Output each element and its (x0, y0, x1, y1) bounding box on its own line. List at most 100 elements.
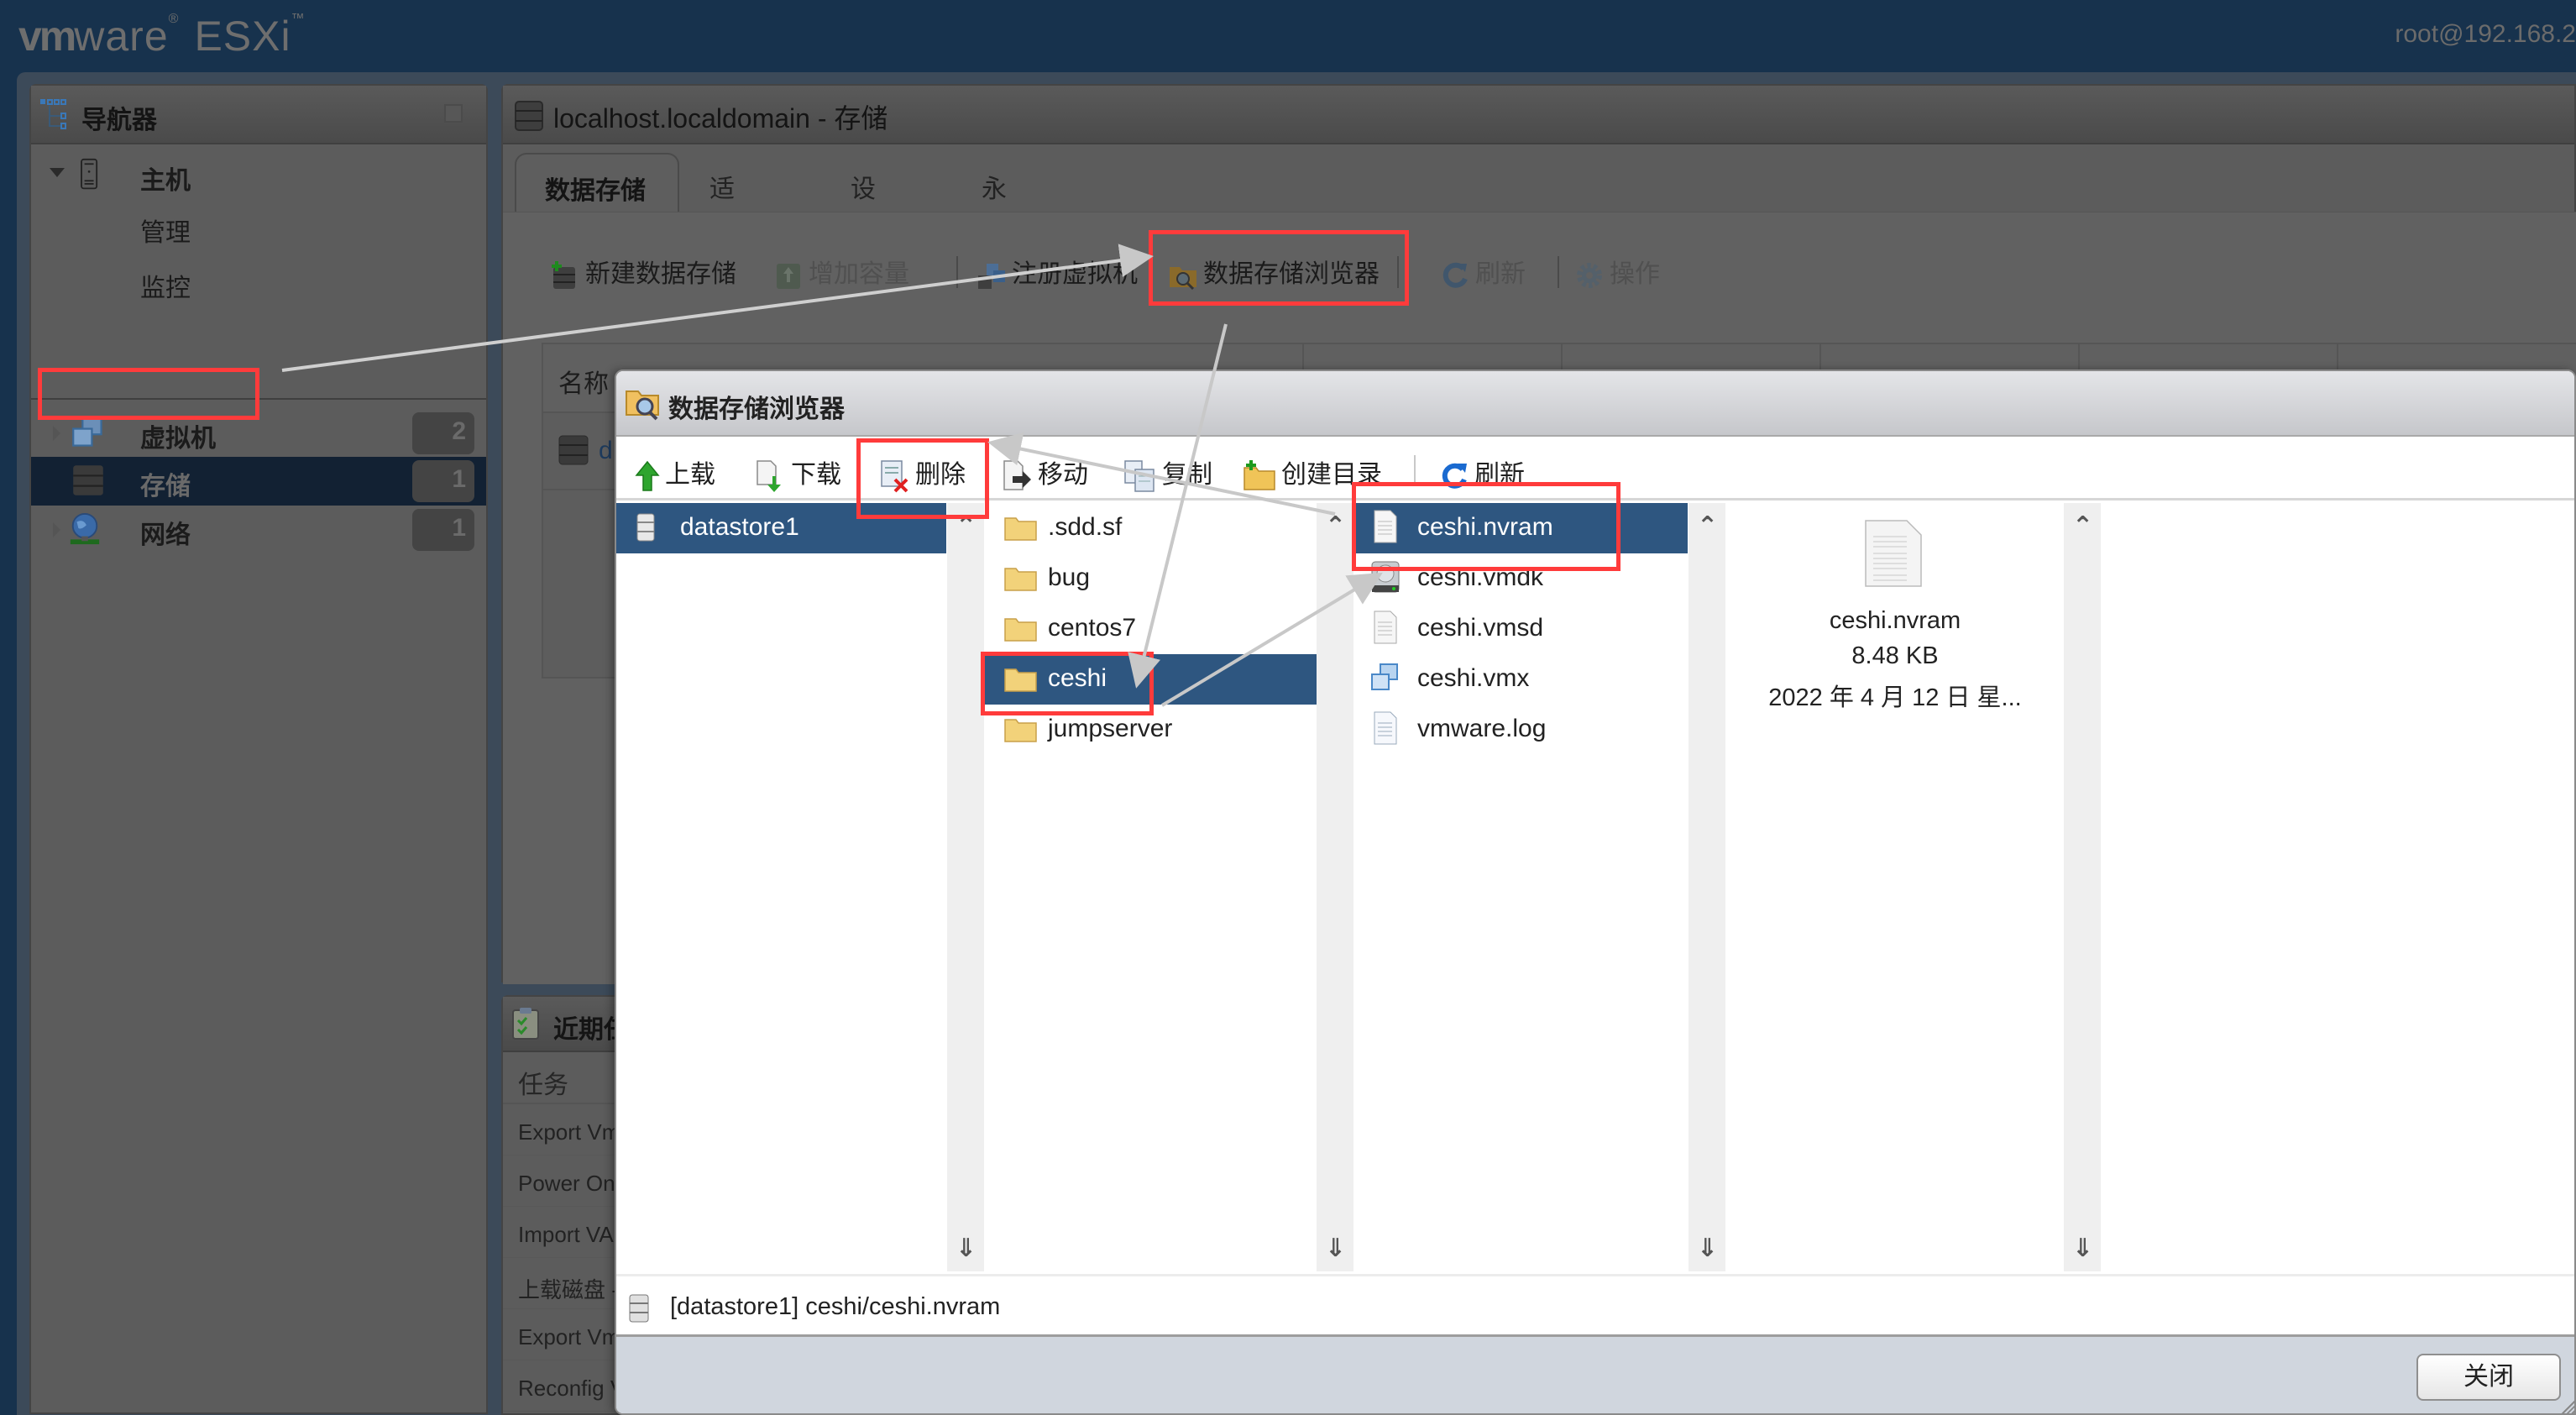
file-name: ceshi.vmx (1417, 664, 1530, 692)
scroll-down-icon[interactable]: ⇓ (1325, 1234, 1346, 1263)
storage-icon (515, 101, 543, 131)
storage-panel-title: localhost.localdomain - 存储 (553, 103, 888, 134)
actions-button[interactable]: 操作 (1574, 253, 1660, 295)
preview-column-scrollbar[interactable]: ⌃ ⇓ (2064, 503, 2101, 1271)
expand-arrow-icon[interactable] (53, 426, 60, 441)
refresh-label: 刷新 (1475, 260, 1526, 288)
expand-arrow-icon[interactable] (53, 522, 60, 537)
folder-item[interactable]: jumpserver (984, 705, 1347, 755)
expand-arrow-icon[interactable] (50, 168, 65, 177)
refresh-button[interactable]: 刷新 (1440, 253, 1526, 295)
increase-capacity-button[interactable]: 增加容量 (773, 253, 909, 295)
folder-item[interactable]: .sdd.sf (984, 503, 1347, 553)
folder-item[interactable]: bug (984, 553, 1347, 604)
dialog-refresh-button[interactable]: 刷新 (1439, 453, 1525, 489)
move-button[interactable]: 移动 (1003, 453, 1088, 490)
create-directory-button[interactable]: 创建目录 (1243, 453, 1382, 490)
gear-icon (1577, 263, 1602, 289)
copy-button[interactable]: 复制 (1123, 453, 1212, 492)
tab-datastores[interactable]: 数据存储 (515, 153, 679, 212)
path-status-bar: [datastore1] ceshi/ceshi.nvram (616, 1274, 2574, 1337)
folder-item[interactable]: centos7 (984, 604, 1347, 654)
refresh-icon (1442, 262, 1468, 288)
file-item[interactable]: ceshi.vmx (1353, 654, 1688, 705)
user-menu[interactable]: root@192.168.2 (2395, 20, 2576, 49)
document-icon (1374, 510, 1397, 543)
scroll-down-icon[interactable]: ⇓ (1697, 1234, 1718, 1263)
nav-item-monitor[interactable]: 监控 (31, 259, 486, 307)
download-button[interactable]: 下载 (756, 453, 841, 493)
nav-item-host[interactable]: 主机 (31, 151, 486, 200)
new-folder-icon (1243, 460, 1275, 490)
nav-item-storage[interactable]: 存储 1 (31, 457, 486, 506)
scroll-up-icon[interactable]: ⌃ (1697, 511, 1718, 541)
storage-icon (73, 465, 103, 495)
new-datastore-button[interactable]: 新建数据存储 (550, 253, 736, 295)
datastore-browser-label: 数据存储浏览器 (1203, 260, 1380, 288)
file-item[interactable]: ceshi.vmdk (1353, 553, 1688, 604)
network-icon (70, 512, 100, 545)
nav-item-label: 网络 (140, 521, 191, 549)
upload-button[interactable]: 上载 (635, 453, 715, 491)
dialog-toolbar: 上载 下载 删除 移动 复制 创建目录 刷新 (616, 437, 2574, 500)
datastore-icon (636, 513, 655, 542)
folder-icon (1004, 517, 1037, 541)
storage-icon (558, 435, 589, 465)
datastore-browser-icon (626, 390, 659, 421)
file-item[interactable]: ceshi.vmsd (1353, 604, 1688, 654)
datastore-column-scrollbar[interactable]: ⌃ ⇓ (947, 503, 984, 1271)
top-bar: vmware® ESXi™ root@192.168.2 (0, 0, 2576, 74)
register-vm-icon (978, 264, 1005, 290)
delete-label: 删除 (915, 461, 966, 489)
scroll-down-icon[interactable]: ⇓ (956, 1234, 976, 1263)
log-file-icon (1374, 711, 1397, 745)
new-datastore-icon (552, 261, 575, 290)
datastore-link[interactable]: d (599, 437, 613, 465)
nav-item-network[interactable]: 网络 1 (31, 506, 486, 554)
nav-item-manage[interactable]: 管理 (31, 203, 486, 252)
increase-capacity-icon (777, 264, 800, 290)
move-label: 移动 (1038, 461, 1088, 489)
scroll-down-icon[interactable]: ⇓ (2072, 1234, 2093, 1263)
upload-label: 上载 (665, 461, 715, 489)
tab-persistent-memory[interactable]: 永久内存 (982, 153, 1007, 314)
folder-icon (1004, 618, 1037, 642)
tab-devices[interactable]: 设备 (851, 153, 876, 240)
folder-item[interactable]: ceshi (984, 654, 1317, 705)
file-column: ceshi.nvram ceshi.vmdk ceshi.vmsd ceshi.… (1353, 503, 1688, 1271)
download-label: 下载 (791, 461, 841, 489)
resize-grip[interactable] (2561, 1400, 2574, 1413)
file-item[interactable]: ceshi.nvram (1353, 503, 1688, 553)
file-column-scrollbar[interactable]: ⌃ ⇓ (1689, 503, 1725, 1271)
tab-adapters[interactable]: 适配器 (709, 153, 735, 277)
toolbar-separator (956, 256, 958, 288)
tasks-clipboard-icon (512, 1008, 539, 1040)
document-preview-icon (1865, 520, 1922, 587)
toolbar-separator (1414, 455, 1416, 485)
scroll-up-icon[interactable]: ⌃ (956, 511, 976, 541)
create-directory-label: 创建目录 (1281, 461, 1382, 489)
document-icon (1374, 611, 1397, 644)
datastore-browser-button[interactable]: 数据存储浏览器 (1168, 253, 1380, 295)
scroll-up-icon[interactable]: ⌃ (2072, 511, 2093, 541)
vm-count-badge: 2 (412, 412, 474, 454)
network-count-badge: 1 (412, 509, 474, 551)
register-vm-button[interactable]: 注册虚拟机 (976, 253, 1138, 295)
preview-file-name: ceshi.nvram (1829, 607, 1961, 634)
delete-icon (881, 460, 908, 493)
collapse-navigator-button[interactable] (444, 104, 463, 123)
file-item[interactable]: vmware.log (1353, 705, 1688, 755)
nav-item-vms[interactable]: 虚拟机 2 (31, 409, 486, 458)
toolbar-separator (1397, 256, 1399, 288)
logo-registered: ® (168, 12, 180, 26)
nav-item-label: 虚拟机 (140, 425, 216, 453)
folder-column: .sdd.sf bug centos7 ceshi jumpserver (984, 503, 1347, 1271)
close-button[interactable]: 关闭 (2416, 1354, 2561, 1401)
delete-button[interactable]: 删除 (880, 453, 966, 493)
dialog-titlebar[interactable]: 数据存储浏览器 (616, 371, 2574, 437)
copy-icon (1124, 460, 1154, 492)
scroll-up-icon[interactable]: ⌃ (1325, 511, 1346, 541)
folder-column-scrollbar[interactable]: ⌃ ⇓ (1317, 503, 1353, 1271)
folder-name: .sdd.sf (1048, 513, 1123, 541)
datastore-item[interactable]: datastore1 (616, 503, 946, 553)
